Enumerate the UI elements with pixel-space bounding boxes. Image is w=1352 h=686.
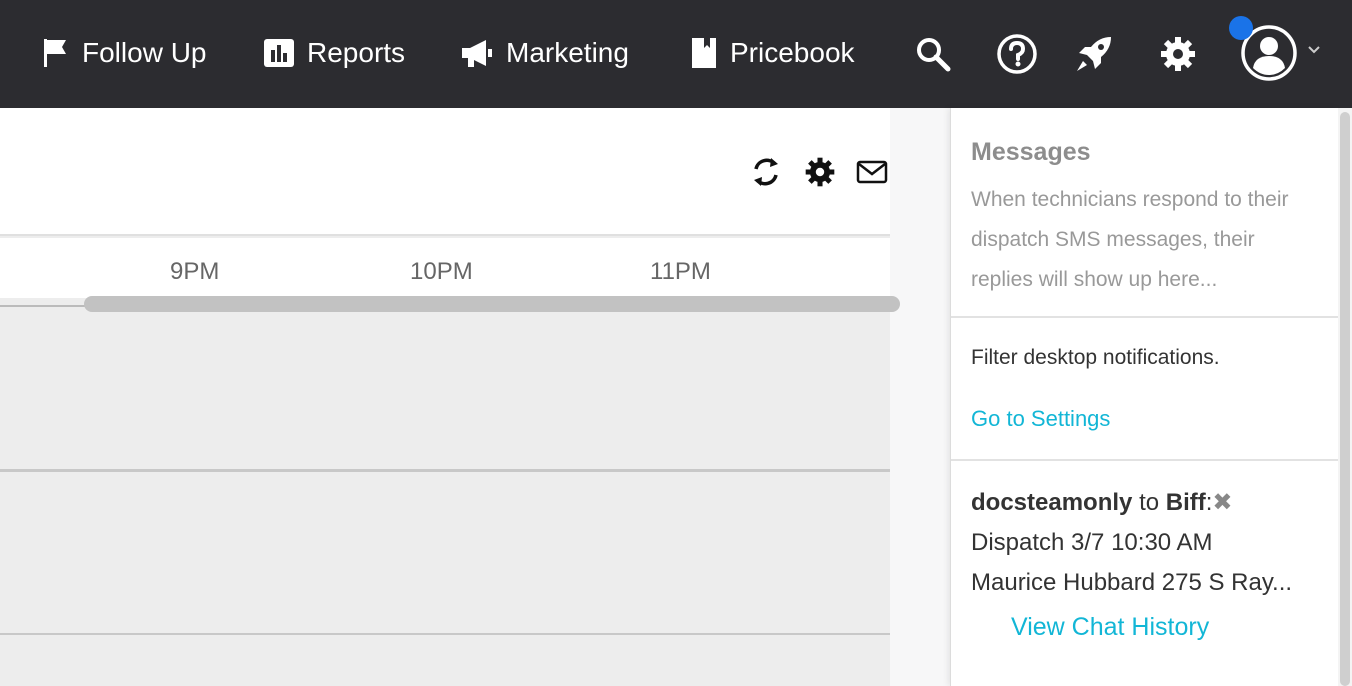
launch-button[interactable]: [1066, 26, 1122, 82]
messages-description: When technicians respond to their dispat…: [971, 188, 1289, 291]
chat-recipient: Biff: [1165, 489, 1206, 516]
search-icon: [917, 38, 951, 72]
dismiss-message-button[interactable]: ✖: [1212, 488, 1232, 517]
megaphone-icon: [462, 40, 492, 67]
top-navbar: Follow Up Reports Marketing Pricebook: [0, 0, 1352, 108]
filter-notifications-text: Filter desktop notifications.: [971, 346, 1220, 369]
time-label-9pm: 9PM: [170, 258, 220, 285]
mail-button[interactable]: [854, 154, 890, 190]
time-label-11pm: 11PM: [650, 258, 711, 285]
nav-pricebook-label: Pricebook: [730, 37, 855, 68]
nav-marketing[interactable]: Marketing: [460, 30, 629, 76]
chat-to-word: to: [1139, 489, 1160, 516]
messages-panel: Messages When technicians respond to the…: [950, 108, 1339, 686]
nav-pricebook[interactable]: Pricebook: [690, 30, 855, 76]
scroll-track: [0, 305, 86, 307]
nav-marketing-label: Marketing: [506, 37, 629, 68]
view-chat-history-link[interactable]: View Chat History: [1011, 613, 1209, 642]
bar-chart-icon: [264, 39, 294, 67]
help-icon: [997, 34, 1037, 74]
refresh-button[interactable]: [748, 154, 784, 190]
time-label-10pm: 10PM: [410, 258, 473, 285]
horizontal-scrollbar[interactable]: [84, 296, 900, 312]
chat-line-1: Dispatch 3/7 10:30 AM: [971, 529, 1213, 556]
gear-icon: [1161, 37, 1195, 71]
mail-icon: [856, 160, 888, 184]
nav-follow-up[interactable]: Follow Up: [42, 30, 206, 76]
go-to-settings-link[interactable]: Go to Settings: [971, 406, 1110, 432]
notification-dot: [1229, 16, 1253, 40]
settings-icon: [805, 157, 835, 187]
panel-vertical-scrollbar[interactable]: [1340, 112, 1350, 686]
help-button[interactable]: [989, 26, 1045, 82]
refresh-icon: [754, 158, 778, 186]
timeline-header: 9PM 10PM 11PM: [0, 238, 890, 298]
chat-line-2: Maurice Hubbard 275 S Ray...: [971, 569, 1293, 596]
book-icon: [692, 38, 716, 68]
messages-title: Messages: [971, 138, 1091, 166]
board-settings-button[interactable]: [802, 154, 838, 190]
nav-reports-label: Reports: [307, 37, 406, 68]
rocket-icon: [1077, 37, 1111, 71]
search-button[interactable]: [905, 26, 961, 82]
schedule-board: 9PM 10PM 11PM: [0, 108, 900, 686]
chevron-down-icon: [1308, 46, 1320, 54]
chat-sender: docsteamonly: [971, 489, 1133, 516]
notification-settings-section: [951, 318, 1339, 461]
chat-separator: :: [1205, 489, 1213, 516]
settings-button[interactable]: [1150, 26, 1206, 82]
nav-reports[interactable]: Reports: [263, 30, 405, 76]
flag-icon: [44, 39, 66, 67]
row-divider: [0, 633, 890, 635]
schedule-toolbar: [0, 108, 890, 236]
chat-header: docsteamonly to Biff:✖: [971, 488, 1233, 517]
user-menu-caret[interactable]: [1304, 40, 1324, 60]
nav-follow-up-label: Follow Up: [82, 37, 207, 68]
row-divider: [0, 469, 890, 472]
